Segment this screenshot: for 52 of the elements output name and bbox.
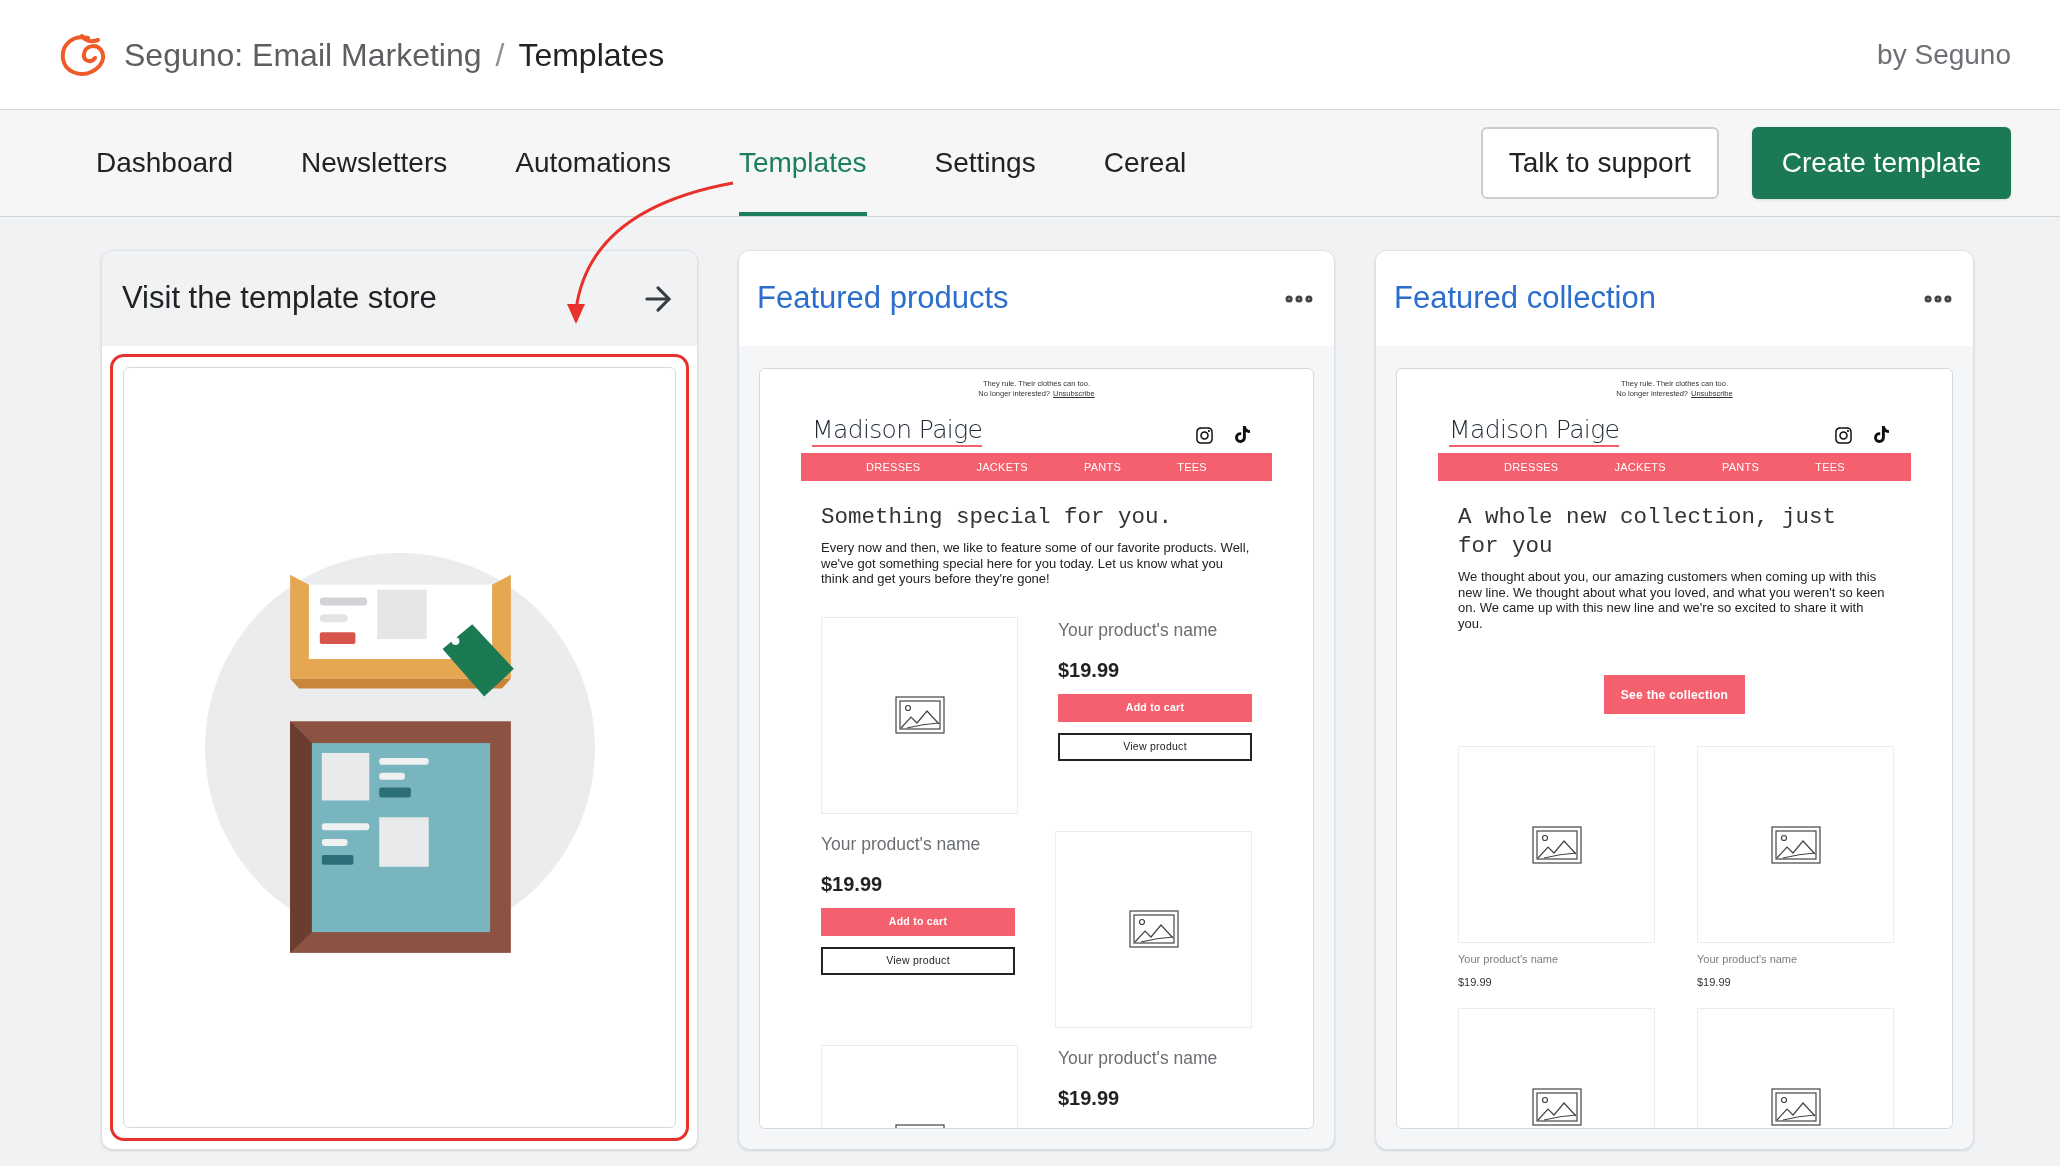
create-template-button[interactable]: Create template xyxy=(1751,127,2011,199)
image-placeholder-icon xyxy=(894,696,945,734)
product-price: $19.99 xyxy=(1058,657,1121,682)
brand-logo: Madison Paige xyxy=(812,415,983,447)
product-name: Your product's name xyxy=(1458,952,1560,966)
product-price: $19.99 xyxy=(1058,1085,1121,1110)
app-name[interactable]: Seguno: Email Marketing xyxy=(124,30,482,79)
product-name: Your product's name xyxy=(1058,618,1219,641)
image-placeholder-icon xyxy=(1531,825,1582,864)
instagram-icon[interactable] xyxy=(1834,426,1853,445)
nav-tab[interactable]: Newsletters xyxy=(301,110,448,216)
add-to-cart-button[interactable]: Add to cart xyxy=(1058,693,1252,722)
brand-logo: Madison Paige xyxy=(1449,415,1620,447)
email-heading: Something special for you. xyxy=(821,503,1174,532)
developer-credit: by Seguno xyxy=(1877,37,2011,72)
email-menu-link[interactable]: JACKETS xyxy=(976,458,1028,476)
tiktok-icon[interactable] xyxy=(1873,426,1890,443)
nav-tab[interactable]: Settings xyxy=(934,110,1036,216)
add-to-cart-button[interactable]: Add to cart xyxy=(821,907,1015,936)
image-placeholder-icon xyxy=(1128,910,1179,948)
email-menu-link[interactable]: TEES xyxy=(1177,458,1207,476)
image-placeholder-icon xyxy=(1531,1087,1582,1126)
nav-tab[interactable]: Dashboard xyxy=(96,110,233,216)
email-heading: A whole new collection, just for you xyxy=(1458,503,1838,561)
product-name: Your product's name xyxy=(821,832,982,855)
email-body-text: We thought about you, our amazing customers when coming up with this new line. We thought about what you loved, and what you weren't so keen on. We came up with this new line and we're so excited to share it with you. xyxy=(1458,569,1886,631)
email-menu-link[interactable]: TEES xyxy=(1815,458,1845,476)
email-menu-link[interactable]: JACKETS xyxy=(1614,458,1666,476)
nav-tab[interactable]: Automations xyxy=(515,110,671,216)
template-store-card[interactable]: Visit the template store xyxy=(101,250,698,1150)
email-body-text: Every now and then, we like to feature some of our favorite products. Well, we've got something special here for you today. Let us know what you think and get yours before they're gone! xyxy=(821,540,1251,587)
breadcrumb-separator: / xyxy=(495,35,505,75)
see-collection-button[interactable]: See the collection xyxy=(1603,675,1746,714)
email-menu-link[interactable]: PANTS xyxy=(1721,458,1760,476)
tiktok-icon[interactable] xyxy=(1234,426,1251,443)
product-price: $19.99 xyxy=(1697,975,1732,989)
email-menu-link[interactable]: PANTS xyxy=(1083,458,1122,476)
view-product-button[interactable]: View product xyxy=(821,946,1015,975)
support-button[interactable]: Talk to support xyxy=(1480,127,1719,199)
product-name: Your product's name xyxy=(1058,1046,1219,1069)
image-placeholder-icon xyxy=(1770,1087,1821,1126)
view-product-button[interactable]: View product xyxy=(1058,732,1252,761)
email-menu-link[interactable]: DRESSES xyxy=(866,458,921,476)
product-name: Your product's name xyxy=(1697,952,1799,966)
image-placeholder-icon xyxy=(1770,825,1821,864)
email-menu-link[interactable]: DRESSES xyxy=(1504,458,1559,476)
nav-tab[interactable]: Cereal xyxy=(1103,110,1187,216)
page-title: Templates xyxy=(518,35,665,75)
instagram-icon[interactable] xyxy=(1195,426,1214,445)
product-price: $19.99 xyxy=(1458,975,1493,989)
nav-tab[interactable]: Templates xyxy=(738,110,867,216)
product-price: $19.99 xyxy=(821,871,884,896)
